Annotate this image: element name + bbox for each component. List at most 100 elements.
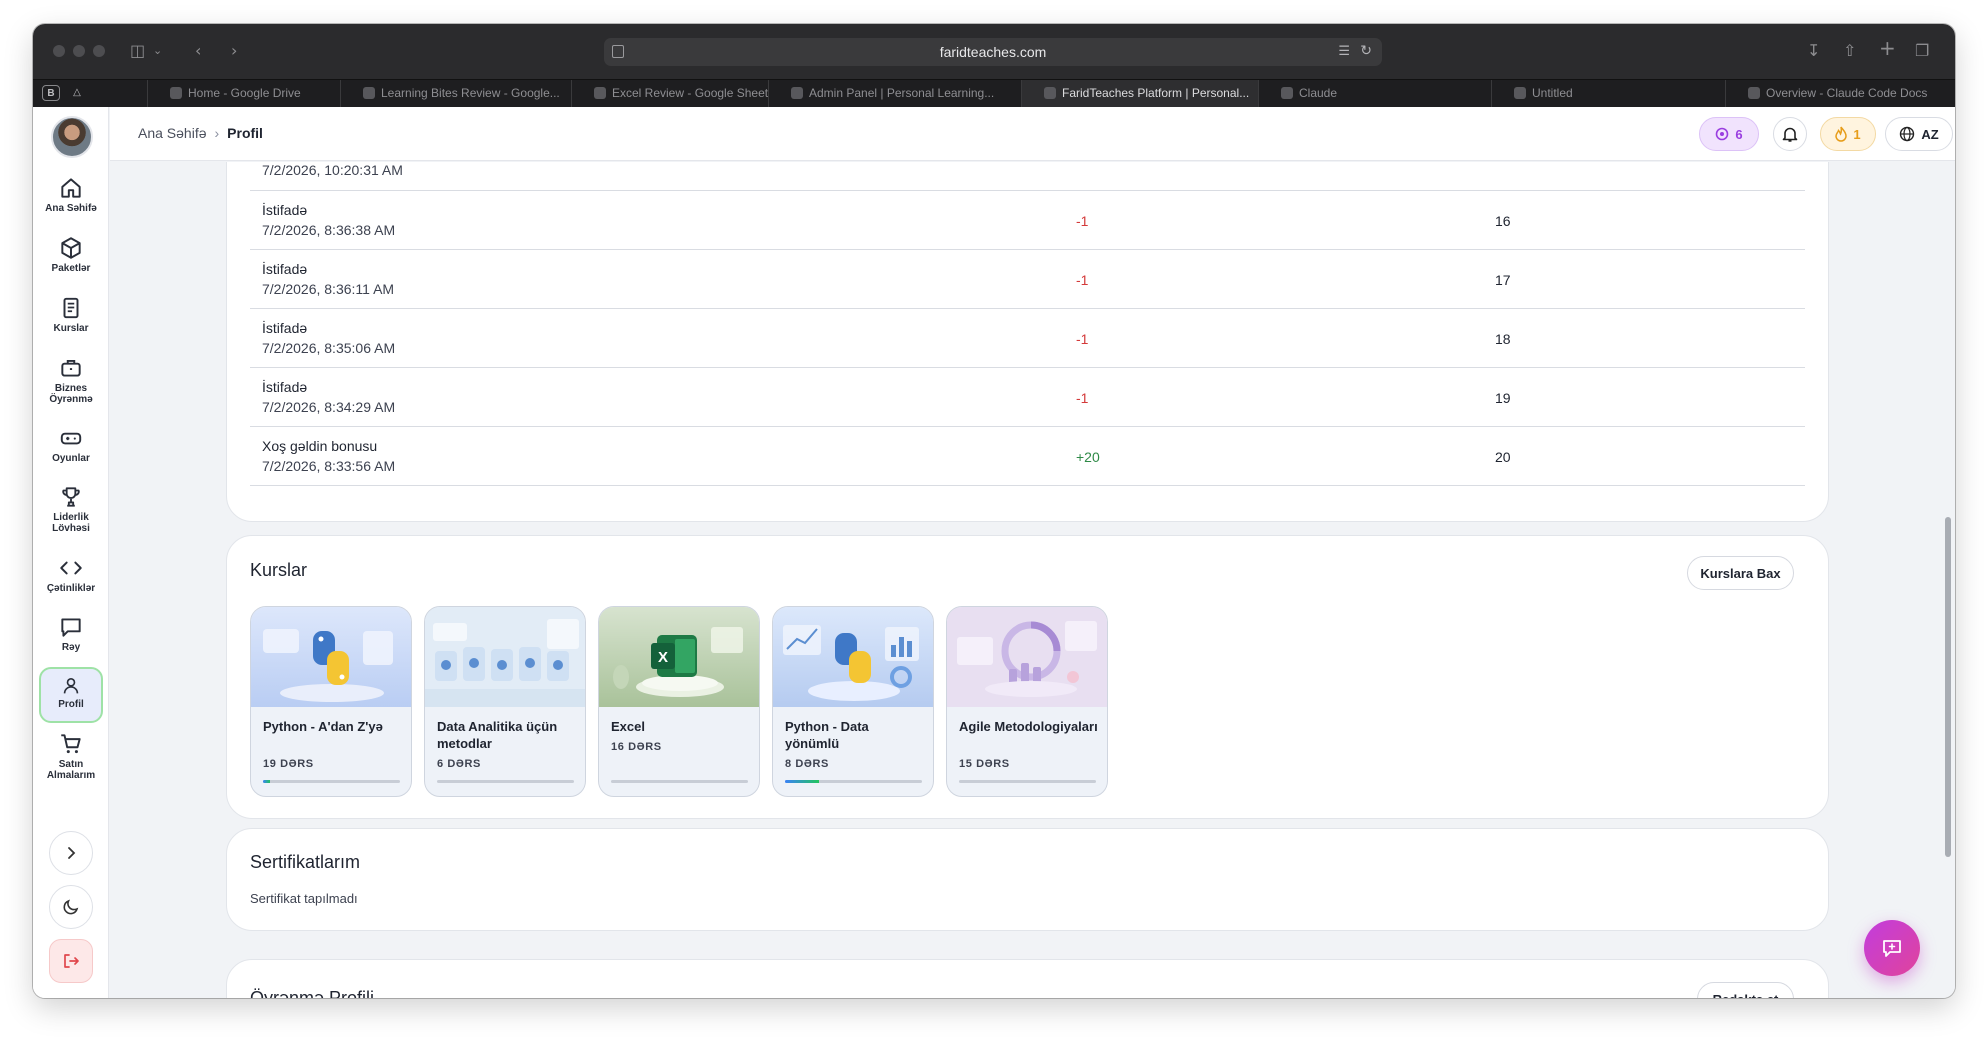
reload-icon[interactable]: ↻ [1360,42,1372,59]
browser-tab[interactable]: Excel Review - Google Sheets [571,80,768,107]
transaction-date: 7/2/2026, 8:35:06 AM [262,340,396,356]
sidebar-item-purchases[interactable]: Satın Almalarım [39,731,103,781]
sidebar-item-games[interactable]: Oyunlar [39,425,103,464]
browser-tab[interactable]: FaridTeaches Platform | Personal... [1021,80,1258,107]
back-icon[interactable]: ‹ [195,41,201,61]
scrollbar-thumb[interactable] [1945,517,1951,857]
course-card[interactable]: Data Analitika üçün metodlar 6 DƏRS [424,606,586,797]
sidebar-item-leaderboard[interactable]: Liderlik Lövhəsi [39,484,103,534]
transaction-amount: -1 [1076,272,1089,288]
course-lesson-count: 15 DƏRS [959,758,1010,770]
tab-favicon-icon [1044,87,1056,99]
minimize-window-button[interactable] [73,45,85,57]
tab-label: Home - Google Drive [188,86,301,100]
view-courses-button[interactable]: Kurslara Bax [1687,556,1794,590]
theme-toggle-button[interactable] [49,885,93,929]
browser-tab[interactable]: Overview - Claude Code Docs [1725,80,1953,107]
tab-favicon-icon [1281,87,1293,99]
sidebar-item-home[interactable]: Ana Səhifə [39,175,103,214]
browser-tab[interactable]: Learning Bites Review - Google... [340,80,571,107]
course-progress-fill [263,780,270,783]
briefcase-icon [61,359,81,377]
sidebar-item-profile[interactable]: Profil [39,667,103,723]
sidebar-item-label: Kurslar [53,323,89,334]
sidebar-item-feedback[interactable]: Rəy [39,614,103,653]
breadcrumb-separator: › [214,125,220,141]
code-icon [60,561,82,575]
notifications-button[interactable] [1773,117,1807,151]
sidebar-toggle-icon[interactable]: ◫ [130,41,145,61]
course-thumbnail [425,607,585,707]
edit-profile-button[interactable]: Redaktə et [1697,982,1794,998]
zoom-window-button[interactable] [93,45,105,57]
course-title: Python - Data yönümlü [785,719,869,751]
sidebar-item-label: Satın Almalarım [46,759,96,781]
sidebar-item-packages[interactable]: Paketlər [39,235,103,274]
language-selector[interactable]: AZ [1885,117,1953,151]
document-icon [63,297,79,319]
course-progress-bar [263,780,400,783]
course-lesson-count: 19 DƏRS [263,758,314,770]
course-title: Data Analitika üçün metodlar [437,719,558,751]
app: Ana Səhifə Paketlər Kurslar Biznes Öyrən… [33,107,1955,998]
trophy-icon [62,487,80,507]
close-window-button[interactable] [53,45,65,57]
course-thumbnail: X [599,607,759,707]
streak-badge[interactable]: 1 [1820,117,1876,151]
svg-text:X: X [658,649,668,666]
sidebar-item-business-learning[interactable]: Biznes Öyrənmə [39,355,103,405]
sidebar-item-challenges[interactable]: Çətinliklər [39,555,103,594]
credits-badge[interactable]: 6 [1699,117,1759,151]
pinned-tab[interactable]: B [42,85,60,101]
tab-label: Overview - Claude Code Docs [1766,86,1928,100]
download-icon[interactable]: ↧ [1807,41,1820,61]
learning-profile-card: Öyrənmə Profili Redaktə et [226,959,1829,998]
course-card[interactable]: Agile Metodologiyaları 15 DƏRS [946,606,1108,797]
pinned-drive-tab[interactable]: △ [68,85,86,101]
transaction-balance: 19 [1495,390,1511,406]
cube-icon [61,237,81,259]
course-progress-fill [785,780,820,783]
course-card[interactable]: Python - Data yönümlü 8 DƏRS [772,606,934,797]
transaction-type: İstifadə [262,202,308,218]
sidebar-item-courses[interactable]: Kurslar [39,295,103,334]
avatar[interactable] [51,116,93,158]
courses-title: Kurslar [250,560,308,580]
forward-icon[interactable]: › [231,41,237,61]
language-code: AZ [1921,126,1939,142]
new-tab-icon[interactable]: + [1879,38,1896,58]
transaction-amount: -1 [1076,390,1089,406]
transaction-amount: -1 [1076,213,1089,229]
table-row: İstifadə 7/2/2026, 8:35:06 AM -1 18 [250,309,1805,368]
breadcrumb-home[interactable]: Ana Səhifə [138,125,207,141]
expand-sidebar-button[interactable] [49,831,93,875]
translate-icon[interactable]: ☰ [1338,43,1350,59]
transaction-amount: +20 [1076,449,1100,465]
course-card[interactable]: X Excel 16 DƏRS [598,606,760,797]
table-row: İstifadə 7/2/2026, 8:36:38 AM -1 16 [250,191,1805,250]
page-scrollbar[interactable] [1944,162,1953,998]
tab-favicon-icon [1514,87,1526,99]
chat-plus-icon [1883,940,1901,957]
chevron-down-icon[interactable]: ⌄ [153,41,162,61]
tab-label: Learning Bites Review - Google... [381,86,560,100]
moon-icon [63,899,79,915]
tab-favicon-icon [594,87,606,99]
course-thumbnail [251,607,411,707]
browser-tab[interactable]: Admin Panel | Personal Learning... [768,80,1021,107]
tab-overview-icon[interactable]: ❐ [1915,41,1929,61]
chat-assistant-button[interactable] [1864,920,1920,976]
window-controls [53,45,105,57]
logout-button[interactable] [49,939,93,983]
breadcrumb: Ana Səhifə › Profil [138,125,263,141]
browser-tab[interactable]: Untitled [1491,80,1725,107]
learning-profile-title: Öyrənmə Profili [250,988,375,998]
share-icon[interactable]: ⇧ [1843,41,1856,61]
browser-tab[interactable]: Home - Google Drive [147,80,340,107]
transaction-balance: 20 [1495,449,1511,465]
browser-tab[interactable]: Claude [1258,80,1491,107]
sidebar-item-label: Paketlər [51,263,91,274]
bell-icon [1782,127,1798,142]
address-bar[interactable]: faridteaches.com ☰ ↻ [604,38,1382,66]
course-card[interactable]: Python - A'dan Z'yə 19 DƏRS [250,606,412,797]
